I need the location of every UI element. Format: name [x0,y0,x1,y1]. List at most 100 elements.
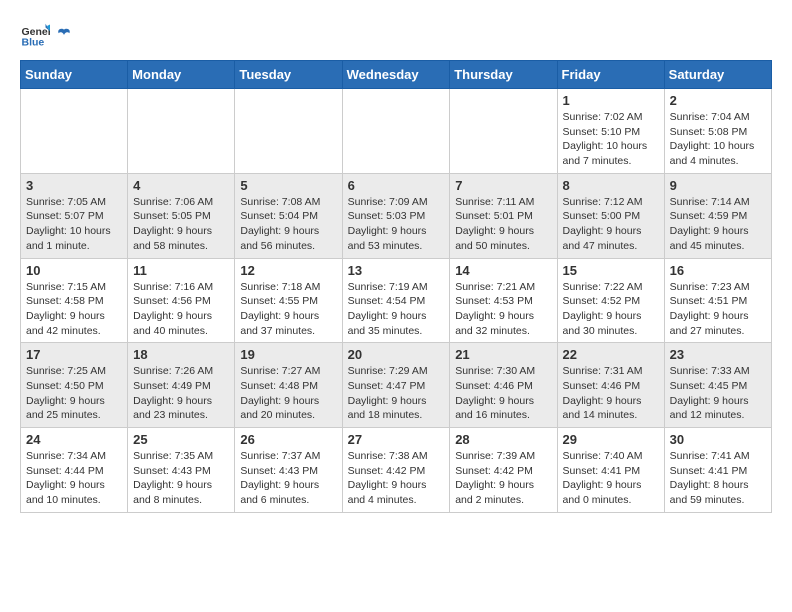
calendar-day-cell: 2 Sunrise: 7:04 AM Sunset: 5:08 PM Daylig… [664,89,771,174]
day-number: 26 [240,432,336,447]
calendar-day-cell: 26 Sunrise: 7:37 AM Sunset: 4:43 PM Dayli… [235,428,342,513]
day-number: 16 [670,263,766,278]
calendar-day-cell [235,89,342,174]
calendar-day-cell: 5 Sunrise: 7:08 AM Sunset: 5:04 PM Daylig… [235,173,342,258]
day-number: 11 [133,263,229,278]
day-number: 12 [240,263,336,278]
day-number: 22 [563,347,659,362]
day-info: Sunrise: 7:37 AM Sunset: 4:43 PM Dayligh… [240,449,336,508]
calendar-day-cell: 16 Sunrise: 7:23 AM Sunset: 4:51 PM Dayli… [664,258,771,343]
calendar-week-row: 17 Sunrise: 7:25 AM Sunset: 4:50 PM Dayli… [21,343,772,428]
page-header: General Blue [20,20,772,50]
day-info: Sunrise: 7:39 AM Sunset: 4:42 PM Dayligh… [455,449,551,508]
calendar-day-cell: 4 Sunrise: 7:06 AM Sunset: 5:05 PM Daylig… [128,173,235,258]
day-number: 28 [455,432,551,447]
day-info: Sunrise: 7:38 AM Sunset: 4:42 PM Dayligh… [348,449,445,508]
calendar-week-row: 10Sunrise: 7:15 AM Sunset: 4:58 PM Dayli… [21,258,772,343]
day-number: 25 [133,432,229,447]
day-info: Sunrise: 7:05 AM Sunset: 5:07 PM Dayligh… [26,195,122,254]
calendar-day-cell: 17 Sunrise: 7:25 AM Sunset: 4:50 PM Dayli… [21,343,128,428]
calendar-day-cell: 14 Sunrise: 7:21 AM Sunset: 4:53 PM Dayli… [450,258,557,343]
day-number: 6 [348,178,445,193]
weekday-header: Sunday [21,61,128,89]
day-number: 8 [563,178,659,193]
calendar-day-cell: 23 Sunrise: 7:33 AM Sunset: 4:45 PM Dayli… [664,343,771,428]
calendar-day-cell: 30 Sunrise: 7:41 AM Sunset: 4:41 PM Dayli… [664,428,771,513]
day-info: Sunrise: 7:41 AM Sunset: 4:41 PM Dayligh… [670,449,766,508]
day-info: Sunrise: 7:02 AM Sunset: 5:10 PM Dayligh… [563,110,659,169]
day-number: 7 [455,178,551,193]
day-number: 21 [455,347,551,362]
day-info: Sunrise: 7:11 AM Sunset: 5:01 PM Dayligh… [455,195,551,254]
calendar-day-cell: 1Sunrise: 7:02 AM Sunset: 5:10 PM Daylig… [557,89,664,174]
calendar-week-row: 3 Sunrise: 7:05 AM Sunset: 5:07 PM Daylig… [21,173,772,258]
day-number: 29 [563,432,659,447]
weekday-header: Saturday [664,61,771,89]
day-number: 23 [670,347,766,362]
calendar-day-cell: 28 Sunrise: 7:39 AM Sunset: 4:42 PM Dayli… [450,428,557,513]
calendar-day-cell: 19Sunrise: 7:27 AM Sunset: 4:48 PM Dayli… [235,343,342,428]
day-number: 4 [133,178,229,193]
calendar-day-cell [21,89,128,174]
weekday-header: Wednesday [342,61,450,89]
day-info: Sunrise: 7:26 AM Sunset: 4:49 PM Dayligh… [133,364,229,423]
calendar-header-row: SundayMondayTuesdayWednesdayThursdayFrid… [21,61,772,89]
day-number: 9 [670,178,766,193]
calendar-day-cell: 27 Sunrise: 7:38 AM Sunset: 4:42 PM Dayli… [342,428,450,513]
day-info: Sunrise: 7:06 AM Sunset: 5:05 PM Dayligh… [133,195,229,254]
calendar-day-cell: 24Sunrise: 7:34 AM Sunset: 4:44 PM Dayli… [21,428,128,513]
calendar-day-cell: 9 Sunrise: 7:14 AM Sunset: 4:59 PM Daylig… [664,173,771,258]
day-info: Sunrise: 7:16 AM Sunset: 4:56 PM Dayligh… [133,280,229,339]
calendar-day-cell: 13 Sunrise: 7:19 AM Sunset: 4:54 PM Dayli… [342,258,450,343]
weekday-header: Friday [557,61,664,89]
calendar-table: SundayMondayTuesdayWednesdayThursdayFrid… [20,60,772,513]
calendar-day-cell: 15 Sunrise: 7:22 AM Sunset: 4:52 PM Dayli… [557,258,664,343]
calendar-day-cell: 3 Sunrise: 7:05 AM Sunset: 5:07 PM Daylig… [21,173,128,258]
day-info: Sunrise: 7:31 AM Sunset: 4:46 PM Dayligh… [563,364,659,423]
day-number: 14 [455,263,551,278]
day-info: Sunrise: 7:18 AM Sunset: 4:55 PM Dayligh… [240,280,336,339]
day-number: 17 [26,347,122,362]
logo: General Blue [20,20,74,50]
day-number: 5 [240,178,336,193]
calendar-day-cell: 20Sunrise: 7:29 AM Sunset: 4:47 PM Dayli… [342,343,450,428]
calendar-day-cell: 6 Sunrise: 7:09 AM Sunset: 5:03 PM Daylig… [342,173,450,258]
day-info: Sunrise: 7:23 AM Sunset: 4:51 PM Dayligh… [670,280,766,339]
calendar-day-cell: 29 Sunrise: 7:40 AM Sunset: 4:41 PM Dayli… [557,428,664,513]
day-number: 15 [563,263,659,278]
calendar-day-cell: 22 Sunrise: 7:31 AM Sunset: 4:46 PM Dayli… [557,343,664,428]
calendar-day-cell: 11 Sunrise: 7:16 AM Sunset: 4:56 PM Dayli… [128,258,235,343]
calendar-day-cell: 10Sunrise: 7:15 AM Sunset: 4:58 PM Dayli… [21,258,128,343]
day-info: Sunrise: 7:09 AM Sunset: 5:03 PM Dayligh… [348,195,445,254]
calendar-day-cell [128,89,235,174]
day-number: 18 [133,347,229,362]
day-info: Sunrise: 7:22 AM Sunset: 4:52 PM Dayligh… [563,280,659,339]
weekday-header: Monday [128,61,235,89]
day-info: Sunrise: 7:25 AM Sunset: 4:50 PM Dayligh… [26,364,122,423]
calendar-day-cell: 21 Sunrise: 7:30 AM Sunset: 4:46 PM Dayli… [450,343,557,428]
day-info: Sunrise: 7:04 AM Sunset: 5:08 PM Dayligh… [670,110,766,169]
day-info: Sunrise: 7:21 AM Sunset: 4:53 PM Dayligh… [455,280,551,339]
day-number: 24 [26,432,122,447]
calendar-day-cell [342,89,450,174]
weekday-header: Tuesday [235,61,342,89]
day-info: Sunrise: 7:08 AM Sunset: 5:04 PM Dayligh… [240,195,336,254]
day-number: 13 [348,263,445,278]
day-number: 2 [670,93,766,108]
calendar-day-cell: 8 Sunrise: 7:12 AM Sunset: 5:00 PM Daylig… [557,173,664,258]
day-info: Sunrise: 7:14 AM Sunset: 4:59 PM Dayligh… [670,195,766,254]
day-number: 30 [670,432,766,447]
day-number: 27 [348,432,445,447]
day-info: Sunrise: 7:35 AM Sunset: 4:43 PM Dayligh… [133,449,229,508]
day-info: Sunrise: 7:33 AM Sunset: 4:45 PM Dayligh… [670,364,766,423]
day-info: Sunrise: 7:12 AM Sunset: 5:00 PM Dayligh… [563,195,659,254]
day-number: 19 [240,347,336,362]
day-info: Sunrise: 7:40 AM Sunset: 4:41 PM Dayligh… [563,449,659,508]
weekday-header: Thursday [450,61,557,89]
calendar-week-row: 1Sunrise: 7:02 AM Sunset: 5:10 PM Daylig… [21,89,772,174]
day-info: Sunrise: 7:30 AM Sunset: 4:46 PM Dayligh… [455,364,551,423]
logo-icon: General Blue [20,20,50,50]
day-info: Sunrise: 7:19 AM Sunset: 4:54 PM Dayligh… [348,280,445,339]
day-number: 3 [26,178,122,193]
svg-text:Blue: Blue [22,37,45,49]
